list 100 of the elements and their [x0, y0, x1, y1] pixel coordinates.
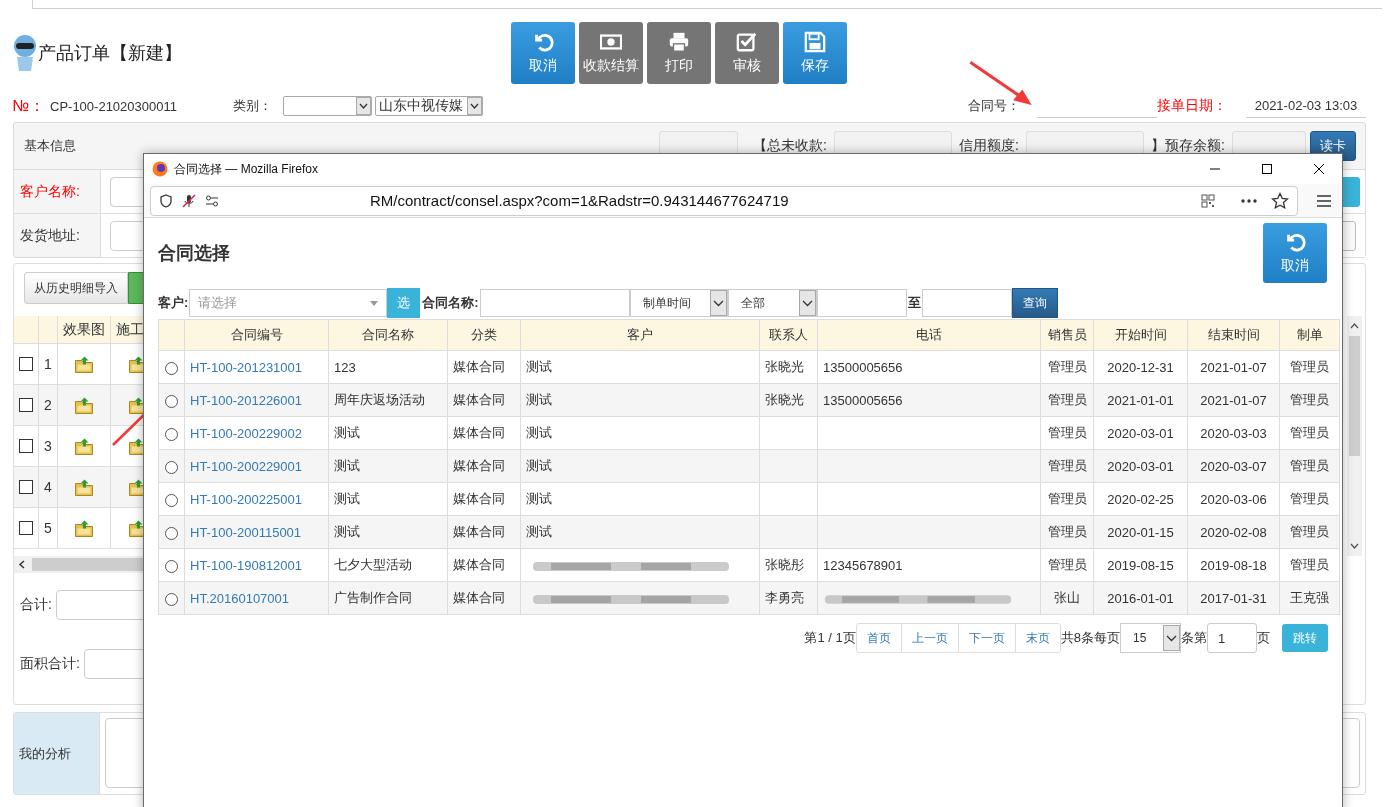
radio-button[interactable] [165, 592, 178, 606]
page-title: 产品订单【新建】 [38, 42, 182, 65]
table-cell: 2020-12-31 [1093, 350, 1188, 384]
scope-select[interactable]: 全部 [727, 289, 817, 317]
field-label: 条第 [1181, 629, 1207, 647]
table-cell: 管理员 [1279, 482, 1340, 516]
input-field[interactable] [32, 0, 1382, 9]
table-cell: 测试 [328, 515, 448, 549]
table-cell: 2020-03-06 [1187, 482, 1280, 516]
toolbar-button[interactable]: 收款结算 [579, 22, 643, 84]
table-cell: 管理员 [1279, 515, 1340, 549]
table-cell: 2017-01-31 [1187, 581, 1280, 615]
pick-button[interactable]: 选 [387, 288, 421, 318]
folder-upload-icon [75, 396, 93, 414]
input-field[interactable] [479, 289, 630, 317]
table-cell: 管理员 [1279, 548, 1340, 582]
table-cell: 管理员 [1040, 449, 1094, 483]
category-label: 类别： [233, 97, 273, 115]
table-cell: 媒体合同 [447, 548, 521, 582]
query-button[interactable]: 查询 [1011, 288, 1058, 318]
table-cell: 管理员 [1279, 350, 1340, 384]
date-field[interactable]: 2021-02-03 13:03 [1246, 94, 1366, 118]
table-cell: 广告制作合同 [328, 581, 448, 615]
column-header: 结束时间 [1187, 319, 1280, 351]
caret-icon [709, 290, 727, 316]
radio-button[interactable] [165, 460, 178, 474]
browser-logo-icon [152, 161, 168, 177]
table-cell: 张晓光 [759, 383, 818, 417]
field-label: 【总未收款: [752, 137, 828, 155]
radio-button[interactable] [165, 427, 178, 441]
table-cell: 13500005656 [817, 383, 1041, 417]
page-size-select[interactable]: 15 [1120, 623, 1181, 653]
checkbox[interactable] [19, 480, 33, 494]
table-cell: 张晓彤 [759, 548, 818, 582]
pager-link[interactable]: 首页 [856, 624, 902, 652]
total-count: 共8条每页 [1060, 629, 1120, 647]
checkbox[interactable] [19, 521, 33, 535]
field-label: 信用额度: [957, 137, 1020, 155]
table-cell: 管理员 [1040, 482, 1094, 516]
table-cell: 管理员 [1040, 350, 1094, 384]
checkbox[interactable] [19, 357, 33, 371]
table-cell: 管理员 [1279, 383, 1340, 417]
maximize-icon [1261, 163, 1273, 175]
banknote-icon [600, 31, 622, 53]
checkbox[interactable] [19, 398, 33, 412]
table-cell: 2019-08-18 [1187, 548, 1280, 582]
company-select[interactable]: 山东中视传媒 [375, 96, 483, 116]
row-number: 5 [39, 508, 58, 548]
radio-button[interactable] [165, 526, 178, 540]
dialog-heading: 合同选择 [158, 242, 230, 265]
table-cell: 2020-02-08 [1187, 515, 1280, 549]
url-text: RM/contract/consel.aspx?com=1&Radstr=0.943144677624719 [370, 192, 789, 209]
column-header: 客户 [520, 319, 760, 351]
radio-button[interactable] [165, 493, 178, 507]
section-title: 基本信息 [23, 137, 77, 155]
column-header: 电话 [817, 319, 1041, 351]
radio-button[interactable] [165, 559, 178, 573]
close-icon [1313, 163, 1325, 175]
date-field[interactable] [921, 289, 1012, 317]
address-bar[interactable]: RM/contract/consel.aspx?com=1&Radstr=0.943144677624719 [150, 185, 1298, 216]
table-cell: 2020-03-01 [1093, 416, 1188, 450]
table-cell: 测试 [328, 449, 448, 483]
column-header: 销售员 [1040, 319, 1094, 351]
qr-code-icon [1201, 193, 1215, 208]
contract-label: 合同号： [968, 97, 1021, 115]
checkbox-icon [736, 31, 758, 53]
table-cell: 管理员 [1040, 416, 1094, 450]
table-cell: 媒体合同 [447, 482, 521, 516]
radio-button[interactable] [165, 361, 178, 375]
star-icon [1271, 191, 1289, 210]
table-cell: 2020-01-15 [1093, 515, 1188, 549]
table-cell: 2016-01-01 [1093, 581, 1188, 615]
column-header: 制单 [1279, 319, 1340, 351]
pager-link[interactable]: 下一页 [958, 624, 1016, 652]
page-field[interactable]: 1 [1207, 623, 1257, 653]
pager-link[interactable]: 上一页 [901, 624, 959, 652]
jump-button[interactable]: 跳转 [1282, 624, 1328, 652]
table-cell: 管理员 [1279, 449, 1340, 483]
radio-button[interactable] [165, 394, 178, 408]
folder-upload-icon [75, 478, 93, 496]
toolbar-button[interactable]: 保存 [783, 22, 847, 84]
toolbar-button[interactable]: 取消 [511, 22, 575, 84]
table-cell: 管理员 [1279, 416, 1340, 450]
table-cell: 王克强 [1279, 581, 1340, 615]
customer-select[interactable]: 请选择 [189, 289, 388, 317]
time-type-select[interactable]: 制单时间 [629, 289, 728, 317]
checkbox[interactable] [19, 439, 33, 453]
cancel-button[interactable]: 取消 [1263, 223, 1327, 283]
pager-link[interactable]: 末页 [1015, 624, 1060, 652]
field-label: 客户: [158, 294, 190, 312]
date-field[interactable] [816, 289, 907, 317]
table-cell: 媒体合同 [447, 350, 521, 384]
logo-icon [12, 33, 38, 73]
row-number: 1 [39, 344, 58, 384]
undo-icon [1284, 231, 1306, 253]
caret-icon [467, 97, 482, 115]
import-button[interactable]: 从历史明细导入 [24, 272, 128, 304]
table-cell: 媒体合同 [447, 449, 521, 483]
toolbar-button[interactable]: 打印 [647, 22, 711, 84]
toolbar-button[interactable]: 审核 [715, 22, 779, 84]
